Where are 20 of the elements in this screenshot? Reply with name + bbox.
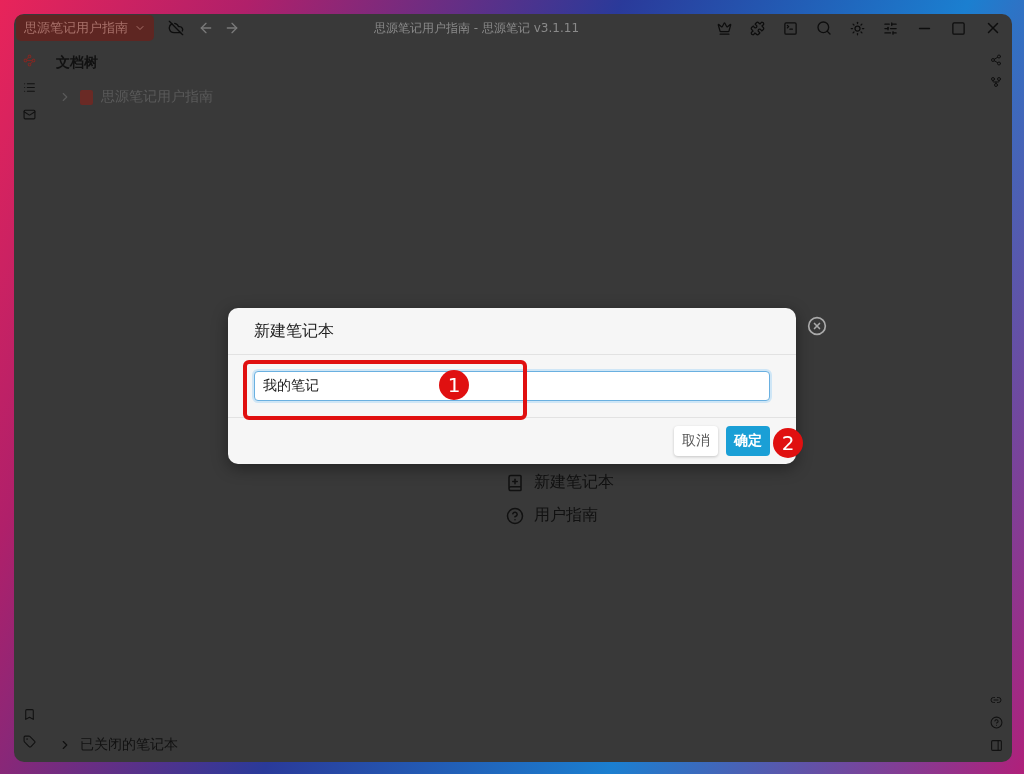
bookmark-icon[interactable] bbox=[22, 708, 36, 721]
graph-icon[interactable] bbox=[22, 54, 36, 67]
share-icon[interactable] bbox=[990, 54, 1002, 66]
step-number: 2 bbox=[773, 428, 803, 458]
tag-icon[interactable] bbox=[22, 735, 36, 748]
link-icon[interactable] bbox=[990, 694, 1002, 706]
dialog-title: 新建笔记本 bbox=[228, 308, 796, 355]
mail-icon[interactable] bbox=[22, 108, 36, 121]
close-icon[interactable] bbox=[807, 316, 827, 336]
confirm-button[interactable]: 确定 bbox=[726, 426, 770, 456]
help-icon[interactable] bbox=[989, 716, 1003, 729]
outline-icon[interactable] bbox=[22, 81, 36, 94]
help-icon bbox=[506, 506, 524, 525]
panel-icon[interactable] bbox=[989, 739, 1003, 752]
cancel-button[interactable]: 取消 bbox=[674, 426, 718, 456]
window-title: 思源笔记用户指南 - 思源笔记 v3.1.11 bbox=[372, 19, 580, 37]
fork-icon[interactable] bbox=[990, 76, 1002, 88]
book-icon bbox=[80, 89, 93, 105]
notebook-tab[interactable]: 思源笔记用户指南 bbox=[16, 15, 154, 41]
notebook-plus-icon bbox=[506, 473, 524, 492]
